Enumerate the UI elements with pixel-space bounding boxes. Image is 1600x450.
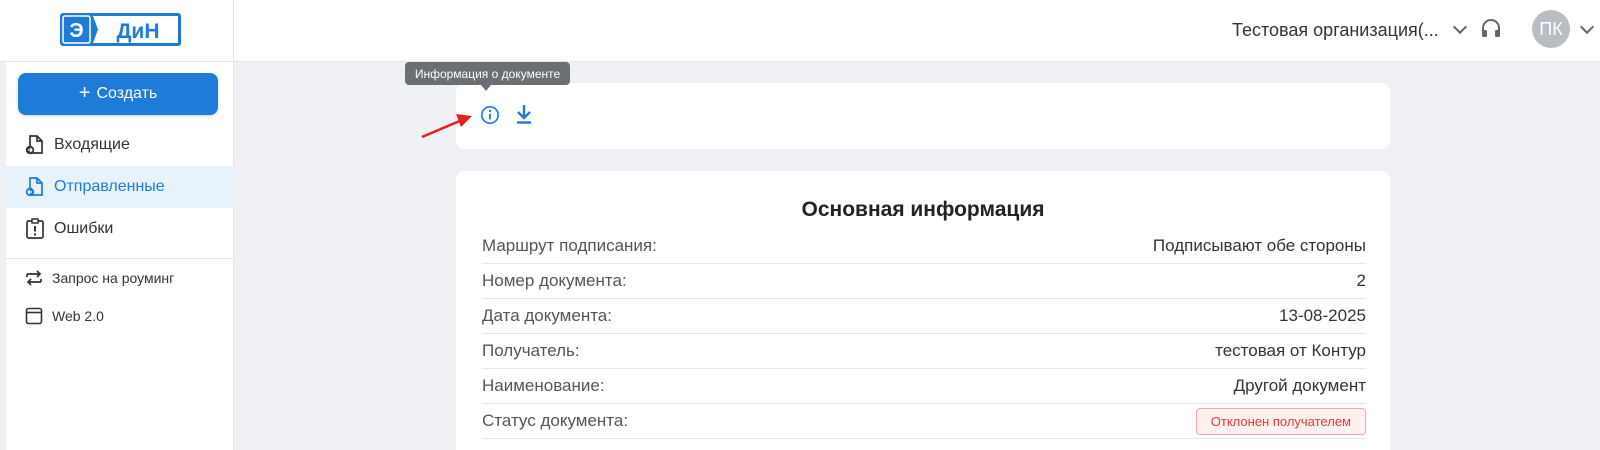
row-value: 2 bbox=[1356, 271, 1366, 290]
organization-selector[interactable]: Тестовая организация(... bbox=[1232, 18, 1467, 42]
download-icon[interactable] bbox=[514, 103, 534, 125]
status-badge: Отклонен получателем bbox=[1195, 407, 1366, 435]
edin-logo[interactable]: Э ДиН bbox=[60, 13, 181, 46]
row-label: Статус документа: bbox=[482, 411, 629, 430]
sidebar-divider bbox=[6, 258, 234, 259]
info-row-document-name: Наименование: Другой документ bbox=[482, 369, 1366, 404]
svg-text:ДиН: ДиН bbox=[116, 20, 159, 43]
info-row-signing-route: Маршрут подписания: Подписывают обе стор… bbox=[482, 229, 1366, 264]
row-label: Наименование: bbox=[482, 376, 605, 395]
roaming-icon bbox=[26, 270, 42, 286]
info-card-title: Основная информация bbox=[801, 198, 1045, 221]
incoming-doc-icon bbox=[25, 135, 43, 155]
sidebar-item-incoming[interactable]: Входящие bbox=[6, 124, 234, 166]
sidebar: + Создать Входящие Отправленные Ошибки З… bbox=[6, 62, 234, 450]
info-icon[interactable] bbox=[480, 105, 500, 125]
row-label: Получатель: bbox=[482, 341, 580, 360]
sidebar-item-roaming-request[interactable]: Запрос на роуминг bbox=[6, 260, 234, 296]
svg-text:Э: Э bbox=[69, 20, 83, 42]
tooltip-text: Информация о документе bbox=[414, 66, 561, 81]
document-toolbar bbox=[456, 83, 1390, 149]
sidebar-item-label: Входящие bbox=[54, 136, 130, 153]
create-button-label: Создать bbox=[96, 85, 158, 102]
sidebar-item-label: Ошибки bbox=[54, 220, 114, 237]
plus-icon: + bbox=[78, 82, 91, 104]
sidebar-item-web2[interactable]: Web 2.0 bbox=[6, 298, 234, 334]
chevron-down-icon bbox=[1452, 19, 1467, 35]
info-row-document-date: Дата документа: 13-08-2025 bbox=[482, 299, 1366, 334]
avatar-initials: ПК bbox=[1539, 18, 1563, 39]
create-button[interactable]: + Создать bbox=[18, 73, 218, 115]
sidebar-item-label: Запрос на роуминг bbox=[52, 270, 175, 286]
sidebar-item-errors[interactable]: Ошибки bbox=[6, 208, 234, 250]
error-doc-icon bbox=[26, 218, 44, 239]
row-value: Подписывают обе стороны bbox=[1152, 236, 1366, 255]
row-label: Дата документа: bbox=[482, 306, 612, 325]
sidebar-item-label: Отправленные bbox=[54, 178, 165, 195]
row-label: Номер документа: bbox=[482, 271, 627, 290]
logo-area: Э ДиН bbox=[6, 0, 234, 62]
chevron-down-icon[interactable] bbox=[1579, 19, 1595, 35]
info-row-document-status: Статус документа: Отклонен получателем bbox=[482, 404, 1366, 439]
row-value: 13-08-2025 bbox=[1279, 306, 1366, 325]
outgoing-doc-icon bbox=[25, 177, 43, 197]
info-row-document-number: Номер документа: 2 bbox=[482, 264, 1366, 299]
sidebar-item-label: Web 2.0 bbox=[52, 308, 104, 324]
headset-icon[interactable] bbox=[1480, 18, 1502, 40]
info-row-recipient: Получатель: тестовая от Контур bbox=[482, 334, 1366, 369]
main-info-card: Основная информация Маршрут подписания: … bbox=[456, 171, 1390, 450]
avatar[interactable]: ПК bbox=[1532, 10, 1570, 48]
web-icon bbox=[25, 307, 43, 325]
row-value: Другой документ bbox=[1233, 376, 1366, 395]
sidebar-item-sent[interactable]: Отправленные bbox=[6, 166, 234, 208]
top-header: Э ДиН Тестовая организация(... ПК bbox=[0, 0, 1600, 62]
info-tooltip: Информация о документе bbox=[405, 62, 570, 91]
row-value: тестовая от Контур bbox=[1215, 341, 1366, 360]
row-label: Маршрут подписания: bbox=[482, 236, 657, 255]
annotation-arrow bbox=[421, 114, 472, 139]
organization-name: Тестовая организация(... bbox=[1232, 19, 1439, 40]
